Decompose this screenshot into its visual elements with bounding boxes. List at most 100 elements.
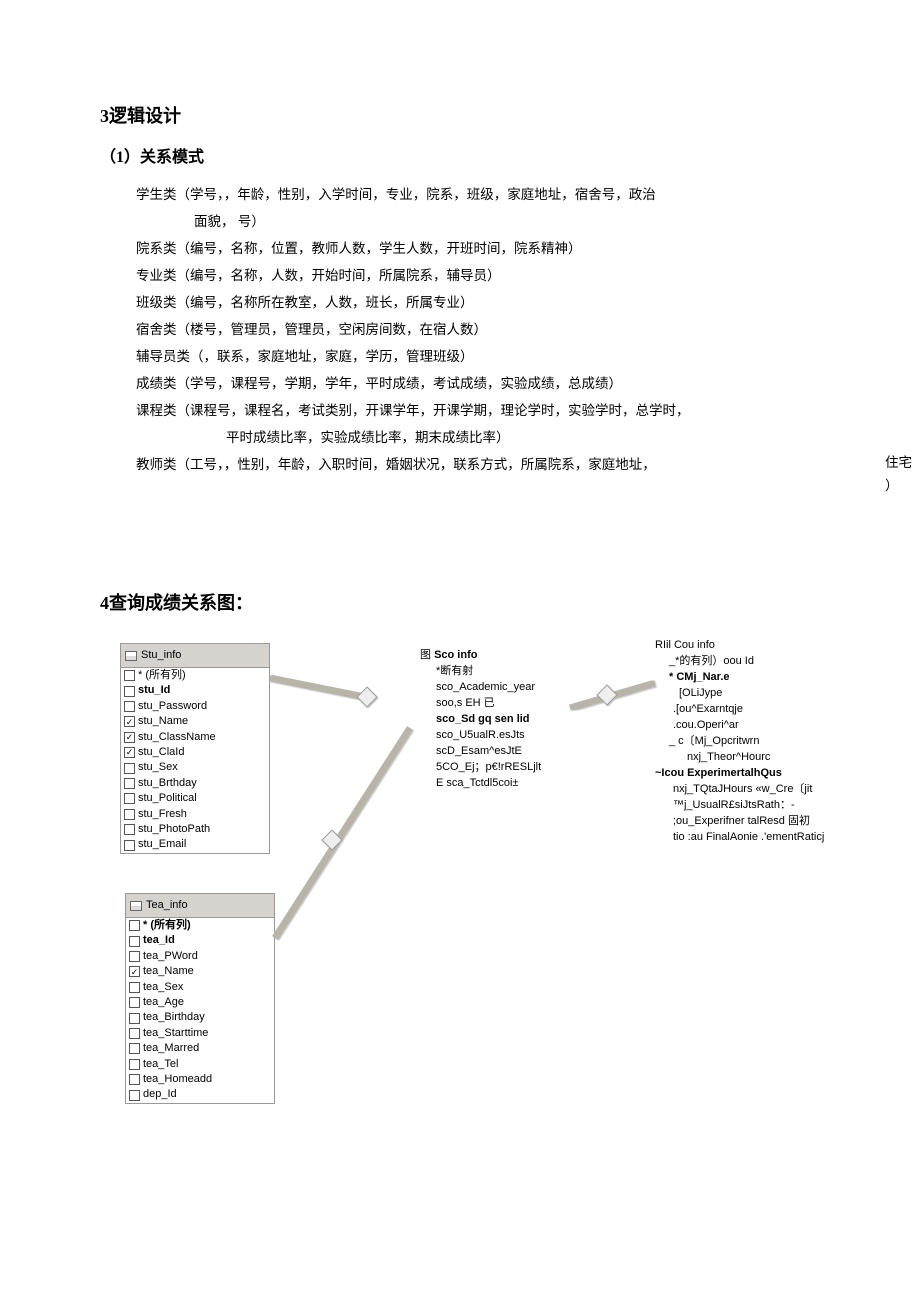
col-label: stu_Email	[138, 837, 186, 852]
cou-line: .cou.Operi^ar	[669, 718, 855, 734]
table-row[interactable]: tea_Starttime	[126, 1026, 274, 1041]
table-row[interactable]: ✓tea_Name	[126, 964, 274, 979]
table-row[interactable]: tea_Id	[126, 933, 274, 948]
table-row[interactable]: stu_Fresh	[121, 807, 269, 822]
section3-sub1: （1）关系模式	[100, 144, 820, 171]
cou-line: tio :au FinalAonie .'ementRaticj	[655, 830, 855, 846]
table-row[interactable]: tea_Tel	[126, 1057, 274, 1072]
schema-line: 宿舍类（楼号，管理员，管理员，空闲房间数，在宿人数）	[136, 316, 820, 343]
checkbox-icon[interactable]	[129, 920, 140, 931]
table-row[interactable]: stu_Brthday	[121, 776, 269, 791]
checkbox-icon[interactable]	[129, 997, 140, 1008]
col-label: tea_Id	[143, 933, 175, 948]
table-stu-info[interactable]: Stu_info * (所有列) stu_Id stu_Password ✓st…	[120, 643, 270, 853]
cou-line: nxj_TQtaJHours «w_Cre〔jit	[655, 782, 855, 798]
col-label: tea_Tel	[143, 1057, 178, 1072]
table-row[interactable]: tea_PWord	[126, 949, 274, 964]
table-row[interactable]: tea_Sex	[126, 980, 274, 995]
table-row[interactable]: tea_Age	[126, 995, 274, 1010]
sco-line: scD_Esam^esJtE	[436, 744, 580, 760]
checkbox-icon[interactable]: ✓	[124, 732, 135, 743]
checkbox-icon[interactable]	[129, 982, 140, 993]
table-row[interactable]: ✓stu_ClassName	[121, 730, 269, 745]
col-label: * (所有列)	[138, 668, 186, 683]
schema-line: 班级类（编号，名称所在教室，人数，班长，所属专业）	[136, 289, 820, 316]
cou-info-block: RIil Cou info _*的有列）oou Id * CMj_Nar.e […	[655, 638, 855, 845]
cou-line: ™j_UsualR£siJtsRath：-	[655, 798, 855, 814]
checkbox-icon[interactable]	[129, 936, 140, 947]
sco-line: sco_Sd gq sen lid	[436, 712, 580, 728]
sco-line: E sca_Tctdl5coi±	[436, 776, 580, 792]
sco-title: Sco info	[434, 649, 477, 661]
checkbox-icon[interactable]: ✓	[124, 747, 135, 758]
checkbox-icon[interactable]	[124, 670, 135, 681]
schema-line: 教师类（工号，，性别，年龄，入职时间，婚姻状况，联系方式，所属院系，家庭地址，	[136, 451, 820, 478]
checkbox-icon[interactable]	[124, 840, 135, 851]
cou-line: [OLiJype	[669, 686, 855, 702]
checkbox-icon[interactable]	[124, 793, 135, 804]
col-label: tea_Marred	[143, 1041, 199, 1056]
table-row[interactable]: tea_Birthday	[126, 1010, 274, 1025]
col-label: stu_Sex	[138, 760, 178, 775]
schema-line: 院系类（编号，名称，位置，教师人数，学生人数，开班时间，院系精神）	[136, 235, 820, 262]
table-row[interactable]: * (所有列)	[126, 918, 274, 933]
cou-line: .[ou^Exarntqje	[669, 702, 855, 718]
col-label: stu_Name	[138, 714, 188, 729]
checkbox-icon[interactable]	[129, 1013, 140, 1024]
schema-line: 课程类（课程号，课程名，考试类别，开课学年，开课学期，理论学时，实验学时，总学时…	[136, 397, 820, 424]
table-icon	[125, 651, 137, 661]
checkbox-icon[interactable]	[124, 778, 135, 789]
table-icon-label: 图	[420, 649, 431, 661]
cou-line: _ c〔Mj_Opcritwrn	[669, 734, 855, 750]
schema-line: 专业类（编号，名称，人数，开始时间，所属院系，辅导员）	[136, 262, 820, 289]
sco-line: sco_U5ualR.esJts	[436, 728, 580, 744]
table-row[interactable]: stu_Sex	[121, 760, 269, 775]
checkbox-icon[interactable]	[124, 809, 135, 820]
table-row[interactable]: dep_Id	[126, 1087, 274, 1102]
checkbox-icon[interactable]: ✓	[124, 716, 135, 727]
cou-line: _*的有列）oou Id	[669, 654, 855, 670]
schema-line: 辅导员类（，联系，家庭地址，家庭，学历，管理班级）	[136, 343, 820, 370]
checkbox-icon[interactable]	[124, 686, 135, 697]
table-title-text: Stu_info	[141, 646, 181, 665]
sco-line: *断有射	[436, 664, 580, 680]
col-label: stu_Password	[138, 699, 207, 714]
checkbox-icon[interactable]	[124, 824, 135, 835]
table-title-text: Tea_info	[146, 896, 188, 915]
table-row[interactable]: stu_PhotoPath	[121, 822, 269, 837]
schema-line: 平时成绩比率，实验成绩比率，期末成绩比率）	[136, 424, 820, 451]
table-row[interactable]: stu_Password	[121, 699, 269, 714]
schema-list: 学生类（学号，，年龄，性别，入学时间，专业，院系，班级，家庭地址，宿舍号，政治 …	[100, 181, 820, 478]
checkbox-icon[interactable]	[129, 1028, 140, 1039]
col-label: tea_Age	[143, 995, 184, 1010]
checkbox-icon[interactable]	[124, 701, 135, 712]
table-row[interactable]: ✓stu_ClaId	[121, 745, 269, 760]
checkbox-icon[interactable]	[129, 1090, 140, 1101]
col-label: tea_Homeadd	[143, 1072, 212, 1087]
relationship-diagram: Stu_info * (所有列) stu_Id stu_Password ✓st…	[100, 638, 820, 1258]
col-label: dep_Id	[143, 1087, 177, 1102]
checkbox-icon[interactable]	[129, 1043, 140, 1054]
checkbox-icon[interactable]	[129, 951, 140, 962]
table-row[interactable]: * (所有列)	[121, 668, 269, 683]
table-row[interactable]: stu_Id	[121, 683, 269, 698]
checkbox-icon[interactable]	[124, 763, 135, 774]
section4-heading: 4查询成绩关系图：	[100, 588, 820, 619]
col-label: tea_Starttime	[143, 1026, 208, 1041]
table-row[interactable]: stu_Email	[121, 837, 269, 852]
cou-line: * CMj_Nar.e	[669, 670, 855, 686]
col-label: tea_PWord	[143, 949, 198, 964]
table-row[interactable]: tea_Homeadd	[126, 1072, 274, 1087]
table-row[interactable]: ✓stu_Name	[121, 714, 269, 729]
checkbox-icon[interactable]: ✓	[129, 966, 140, 977]
col-label: tea_Name	[143, 964, 194, 979]
col-label: stu_ClaId	[138, 745, 184, 760]
cou-line: nxj_Theor^Hourc	[669, 750, 855, 766]
checkbox-icon[interactable]	[129, 1074, 140, 1085]
checkbox-icon[interactable]	[129, 1059, 140, 1070]
table-tea-info[interactable]: Tea_info * (所有列) tea_Id tea_PWord ✓tea_N…	[125, 893, 275, 1103]
table-row[interactable]: tea_Marred	[126, 1041, 274, 1056]
col-label: * (所有列)	[143, 918, 191, 933]
table-row[interactable]: stu_Political	[121, 791, 269, 806]
table-title: Stu_info	[121, 644, 269, 668]
